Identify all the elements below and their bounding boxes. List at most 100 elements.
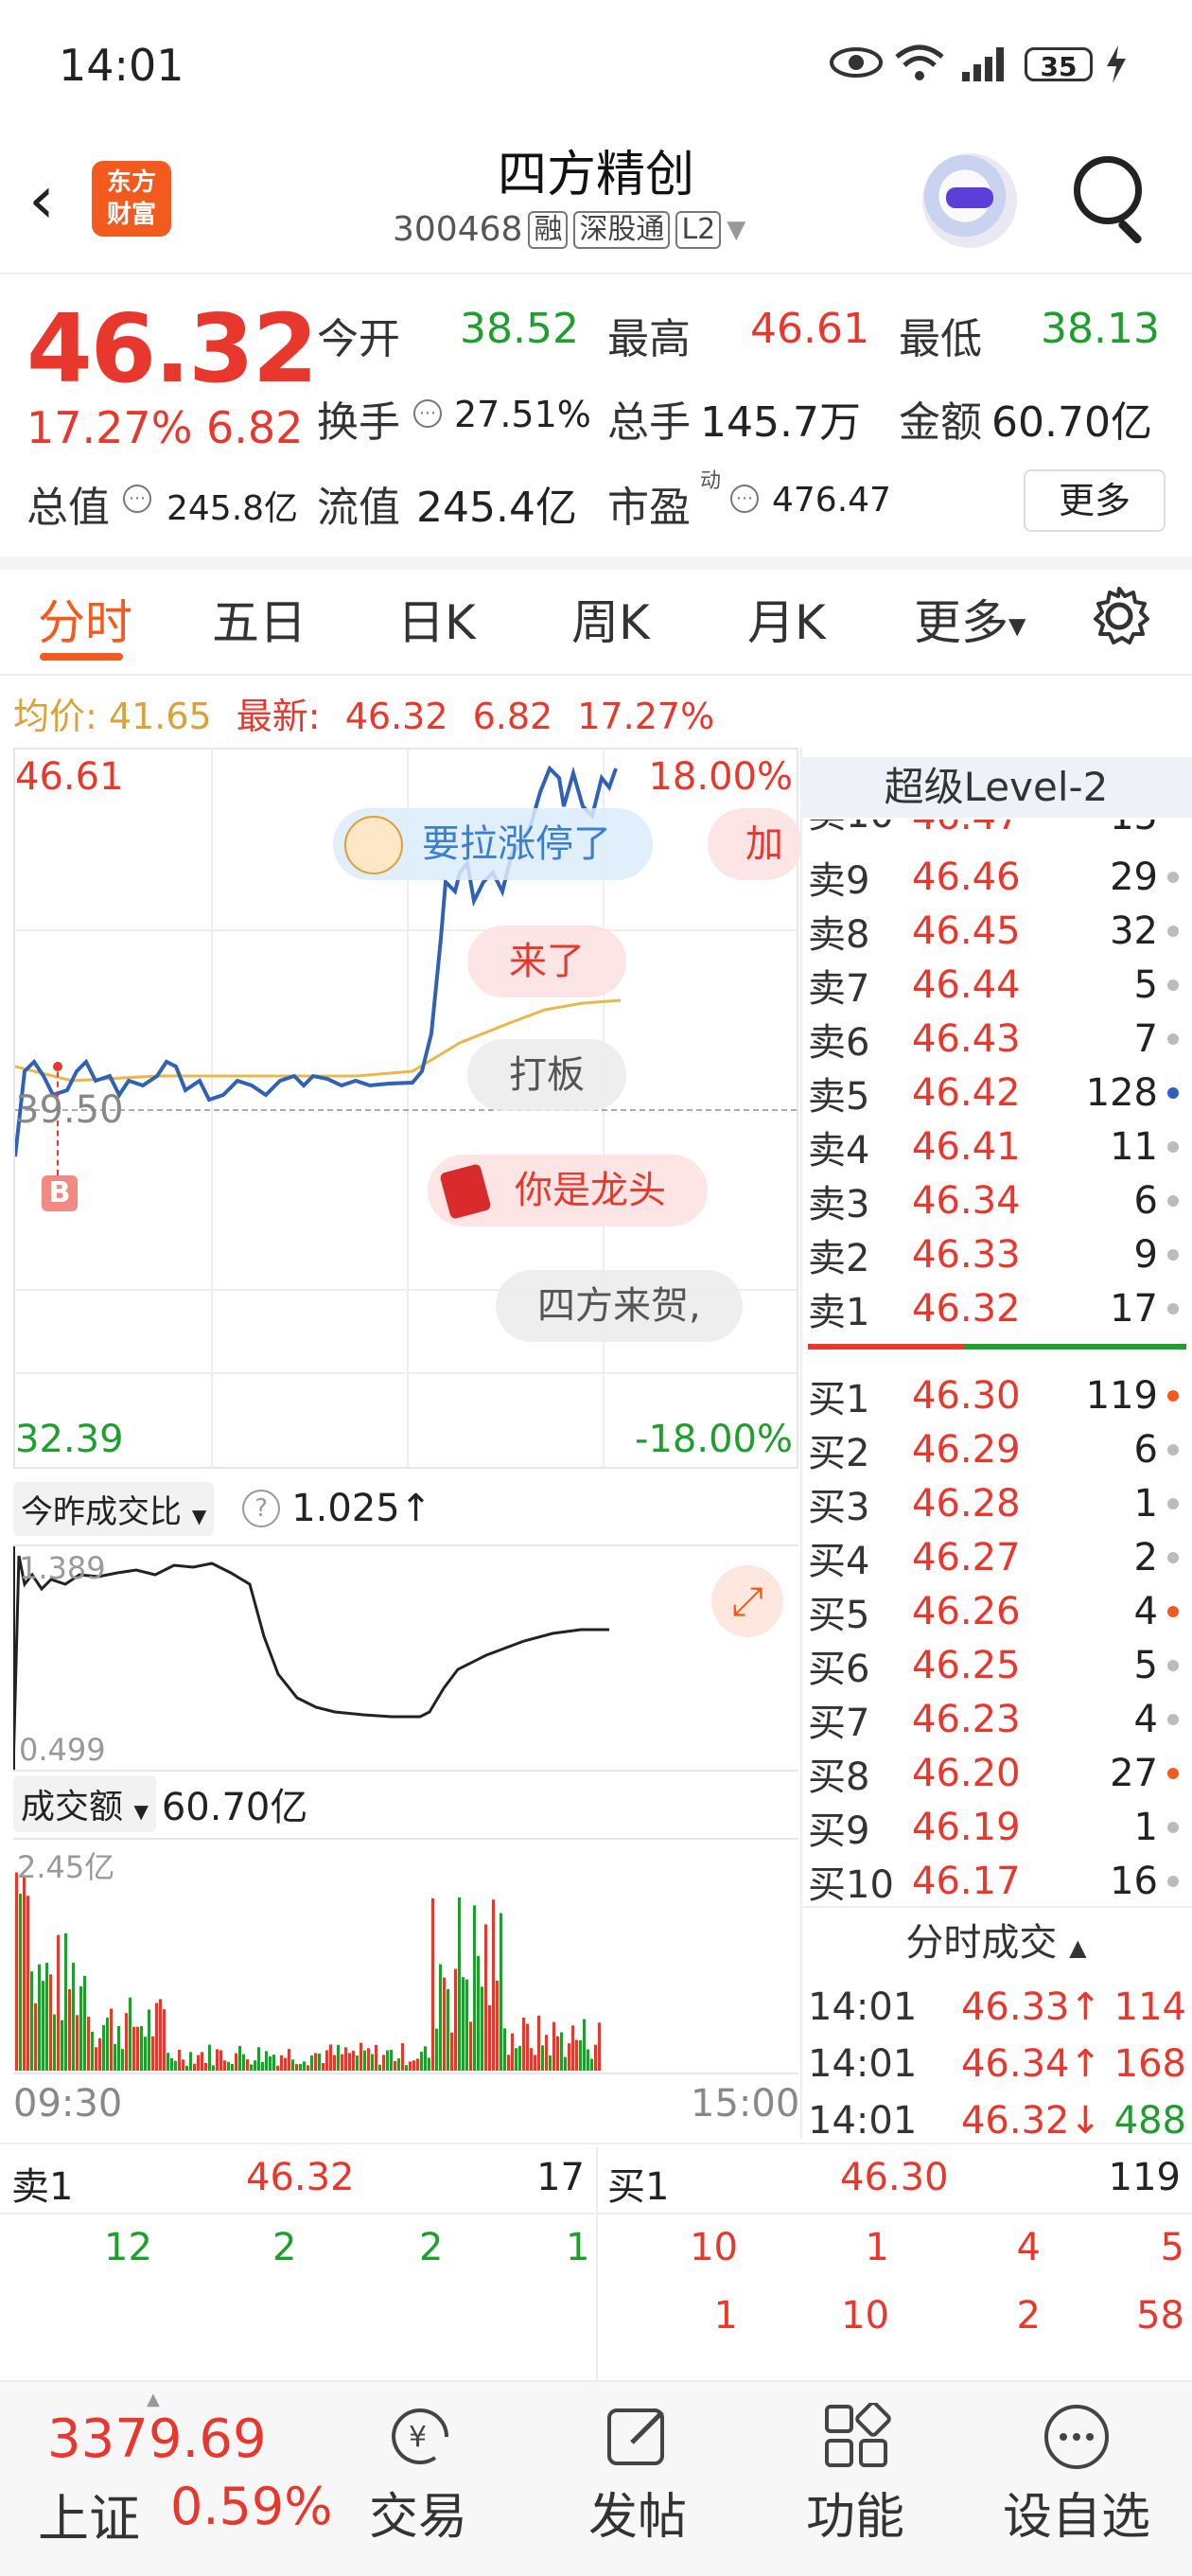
bullet-comment[interactable]: 打板 bbox=[467, 1039, 626, 1111]
amount-bar bbox=[61, 2020, 63, 2071]
ask-row[interactable]: 卖4 46.41 11 bbox=[808, 1120, 1186, 1173]
amount-bar bbox=[378, 2064, 381, 2071]
ask-row[interactable]: 卖5 46.42 128 bbox=[808, 1066, 1186, 1120]
tab-more[interactable]: 更多▼ bbox=[914, 585, 1025, 653]
amount-bar bbox=[197, 2055, 200, 2071]
amount-bar bbox=[250, 2064, 253, 2071]
bid-row[interactable]: 买6 46.25 5 bbox=[808, 1638, 1186, 1692]
info-icon[interactable]: ⋯ bbox=[413, 399, 442, 428]
bid-row[interactable]: 买1 46.30 119 bbox=[808, 1368, 1186, 1422]
amount-max-label: 2.45亿 bbox=[17, 1849, 115, 1885]
bullet-comment[interactable]: 四方来贺, bbox=[496, 1270, 743, 1342]
order-label: 卖2 bbox=[808, 1236, 870, 1280]
index-value[interactable]: 3379.69 bbox=[47, 2408, 267, 2470]
amount-bar bbox=[136, 2026, 139, 2071]
amount-bar bbox=[148, 2009, 150, 2071]
ticks-header[interactable]: 分时成交 ▲ bbox=[800, 1912, 1192, 1967]
order-volume: 7 bbox=[1133, 1016, 1158, 1061]
amount-bar bbox=[201, 2052, 203, 2071]
amount-bar bbox=[424, 2046, 427, 2071]
order-dot bbox=[1167, 1497, 1179, 1509]
tick-time: 14:01 bbox=[808, 2099, 918, 2143]
gear-icon[interactable] bbox=[1088, 585, 1150, 647]
amount-bar bbox=[545, 2035, 548, 2071]
amount-bar bbox=[503, 2028, 506, 2071]
ask-row[interactable]: 卖9 46.46 29 bbox=[808, 850, 1186, 904]
stock-subline[interactable]: 300468 融 深股通 L2 ▼ bbox=[393, 210, 745, 249]
bullet-text: 来了 bbox=[509, 940, 585, 983]
bid-row[interactable]: 买7 46.23 4 bbox=[808, 1692, 1186, 1746]
ratio-selector[interactable]: 今昨成交比 ▼ bbox=[13, 1481, 215, 1536]
ask-row[interactable]: 卖8 46.45 32 bbox=[808, 904, 1186, 958]
help-icon[interactable]: ? bbox=[242, 1490, 281, 1527]
queue-order: 1 bbox=[713, 2294, 738, 2338]
info-icon[interactable]: ⋯ bbox=[730, 485, 759, 513]
post-button[interactable]: 发帖 bbox=[588, 2477, 687, 2548]
volume-label: 总手 bbox=[607, 398, 691, 447]
open-label: 今开 bbox=[317, 315, 400, 363]
bid-row[interactable]: 买9 46.19 1 bbox=[808, 1800, 1186, 1854]
ask-row[interactable]: 卖6 46.43 7 bbox=[808, 1012, 1186, 1066]
amount-bar bbox=[261, 2061, 264, 2071]
ask-row[interactable]: 卖3 46.34 6 bbox=[808, 1173, 1186, 1227]
amount-bar bbox=[382, 2055, 385, 2071]
order-volume: 17 bbox=[1110, 1286, 1158, 1331]
bid-row[interactable]: 买4 46.27 2 bbox=[808, 1530, 1186, 1584]
order-price: 46.46 bbox=[912, 855, 1021, 899]
bid-row[interactable]: 买3 46.28 1 bbox=[808, 1476, 1186, 1530]
search-icon[interactable] bbox=[1074, 156, 1142, 224]
more-button[interactable]: 更多 bbox=[1024, 469, 1166, 532]
amount-bar bbox=[189, 2052, 192, 2071]
ratio-label: 今昨成交比 bbox=[21, 1492, 182, 1531]
ask-row[interactable]: 卖7 46.44 5 bbox=[808, 958, 1186, 1012]
tab-weekly-k[interactable]: 周K bbox=[571, 585, 650, 653]
amount-bar bbox=[500, 1913, 502, 2071]
amount-bar bbox=[140, 2025, 143, 2071]
order-label: 卖5 bbox=[808, 1074, 870, 1119]
amount-bar bbox=[42, 1981, 44, 2071]
amount-bar bbox=[526, 2023, 529, 2071]
index-name[interactable]: 上证 bbox=[38, 2477, 140, 2551]
order-label: 买10 bbox=[808, 1862, 894, 1907]
info-icon[interactable]: ⋯ bbox=[123, 485, 151, 513]
bid-row[interactable]: 买2 46.29 6 bbox=[808, 1422, 1186, 1476]
trade-button[interactable]: 交易 bbox=[369, 2477, 467, 2548]
expand-icon[interactable]: ⤢ bbox=[711, 1565, 783, 1637]
buy-marker[interactable]: B bbox=[42, 1175, 78, 1211]
add-watchlist-button[interactable]: 设自选 bbox=[1003, 2477, 1150, 2548]
amount-selector[interactable]: 成交额 ▼ bbox=[13, 1775, 156, 1832]
tab-monthly-k[interactable]: 月K bbox=[747, 585, 826, 653]
bid-row[interactable]: 买10 46.17 16 bbox=[808, 1854, 1186, 1908]
last-change: 6.82 bbox=[472, 696, 553, 737]
ratio-value: 1.025↑ bbox=[291, 1487, 432, 1530]
amount-chart[interactable]: 2.45亿 bbox=[13, 1838, 798, 2074]
amount-bar bbox=[397, 2058, 400, 2071]
ask-row[interactable]: 卖1 46.32 17 bbox=[808, 1281, 1186, 1335]
bid-row[interactable]: 买5 46.26 4 bbox=[808, 1584, 1186, 1638]
amount-bar bbox=[15, 1872, 18, 2071]
amount-bar bbox=[110, 2008, 113, 2071]
ratio-chart[interactable]: 1.389 0.499 ⤢ bbox=[13, 1546, 798, 1772]
amount-bar bbox=[359, 2042, 362, 2071]
bullet-comment[interactable]: 加油 bbox=[708, 808, 802, 880]
amount-bar bbox=[390, 2050, 393, 2071]
amount-bar bbox=[246, 2059, 249, 2071]
time-start: 09:30 bbox=[13, 2082, 123, 2126]
amount-bar bbox=[594, 2044, 597, 2071]
order-dot bbox=[1167, 1248, 1179, 1261]
dropdown-icon[interactable]: ▼ bbox=[727, 216, 745, 244]
tag-connect: 深股通 bbox=[573, 210, 671, 249]
tab-intraday[interactable]: 分时 bbox=[38, 585, 132, 653]
amount-bar bbox=[132, 2026, 135, 2071]
features-button[interactable]: 功能 bbox=[806, 2477, 904, 2548]
bid-row[interactable]: 买8 46.20 27 bbox=[808, 1746, 1186, 1800]
bullet-comment[interactable]: 来了 bbox=[467, 926, 626, 997]
tab-daily-k[interactable]: 日K bbox=[397, 585, 476, 653]
tab-five-day[interactable]: 五日 bbox=[212, 585, 307, 653]
amount-bar bbox=[344, 2047, 347, 2071]
level2-title[interactable]: 超级Level-2 bbox=[800, 757, 1192, 818]
amount-bar bbox=[435, 2028, 438, 2071]
queue-ask-vol: 17 bbox=[536, 2156, 585, 2199]
order-dot bbox=[1167, 1389, 1179, 1402]
ask-row[interactable]: 卖2 46.33 9 bbox=[808, 1227, 1186, 1281]
